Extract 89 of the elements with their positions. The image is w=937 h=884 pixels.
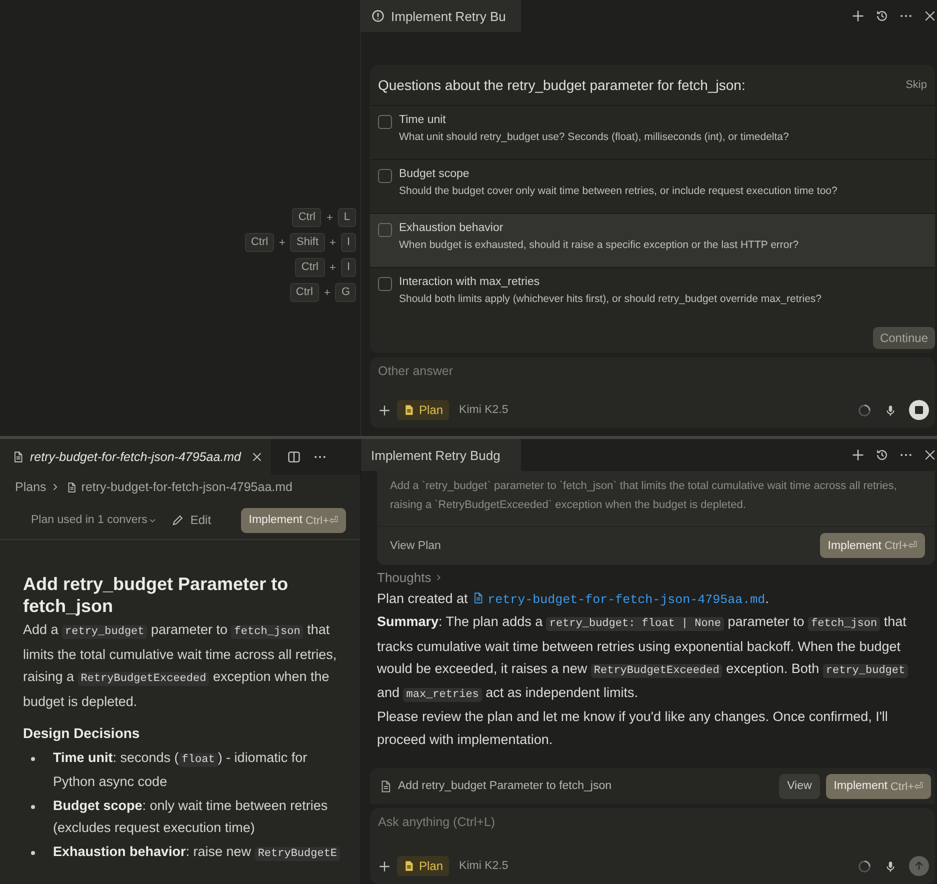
continue-button[interactable]: Continue: [872, 327, 935, 349]
pencil-icon: [171, 514, 184, 526]
option-description: When budget is exhausted, should it raise a specific exception or the last HTTP error?: [399, 239, 799, 251]
implement-button[interactable]: Implement Ctrl+⏎: [820, 533, 925, 558]
implement-button[interactable]: Implement Ctrl+⏎: [240, 508, 346, 532]
plan-mode-button[interactable]: Plan: [397, 856, 450, 876]
key-cap: I: [340, 233, 356, 252]
list-item-text: Exhaustion behavior: raise new RetryBudgetE: [53, 841, 340, 865]
option-title: Interaction with max_retries: [399, 276, 541, 288]
key-cap: G: [335, 283, 356, 302]
key-cap: Ctrl: [244, 233, 274, 252]
checkbox[interactable]: [378, 277, 392, 291]
arrow-up-icon: [913, 860, 925, 872]
chat-tab[interactable]: Implement Retry Bu: [361, 0, 521, 32]
question-option[interactable]: Time unit What unit should retry_budget use? Seconds (float), milliseconds (int), or timedelta?: [370, 105, 935, 159]
checkbox[interactable]: [378, 169, 392, 183]
split-editor-icon[interactable]: [287, 450, 301, 464]
key-cap: Shift: [290, 233, 324, 252]
breadcrumb-item[interactable]: retry-budget-for-fetch-json-4795aa.md: [81, 480, 292, 494]
add-icon[interactable]: [378, 860, 391, 872]
question-option[interactable]: Interaction with max_retries Should both limits apply (whichever hits first), or should retry_budget override max_retries?: [370, 267, 935, 321]
thoughts-toggle[interactable]: Thoughts: [377, 570, 444, 585]
plus-sign: +: [279, 236, 286, 248]
questions-title: Questions about the retry_budget parameter for fetch_json:: [378, 77, 746, 93]
file-icon: [379, 780, 392, 792]
checkbox[interactable]: [378, 223, 392, 237]
microphone-icon[interactable]: [884, 404, 897, 416]
file-link[interactable]: retry-budget-for-fetch-json-4795aa.md: [472, 591, 766, 606]
close-icon[interactable]: [923, 448, 937, 462]
option-title: Budget scope: [399, 168, 470, 180]
option-title: Time unit: [399, 114, 447, 126]
question-option[interactable]: Exhaustion behavior When budget is exhausted, should it raise a specific exception or the last HTTP error?: [370, 213, 935, 267]
key-cap: Ctrl: [295, 258, 324, 277]
chat-input-field[interactable]: Ask anything (Ctrl+L) Plan Kimi K2.5: [370, 808, 935, 884]
plan-mode-button[interactable]: Plan: [397, 400, 450, 420]
file-icon: [66, 482, 78, 492]
file-icon: [403, 404, 415, 416]
key-cap: Ctrl: [292, 208, 322, 227]
chat-input-field[interactable]: Other answer Plan Kimi K2.5: [370, 357, 935, 428]
file-icon: [472, 592, 484, 604]
message-paragraph: Summary: The plan adds a retry_budget: float | None parameter to fetch_json that tracks cumulative wait time between retries using exponential backoff. When the budget would be exceeded, it raises a new RetryBudgetExceeded exception. Both retry_budget and max_retries act as independent limits.: [377, 613, 910, 704]
option-description: What unit should retry_budget use? Seconds (float), milliseconds (int), or timedelta?: [399, 131, 789, 143]
option-description: Should both limits apply (whichever hits first), or should retry_budget override max_retries?: [399, 293, 822, 305]
plus-sign: +: [330, 236, 336, 248]
paragraph: Add a retry_budget parameter to fetch_json that limits the total cumulative wait time across all retries, raising a RetryBudgetExceeded exception when the budget is depleted.: [23, 621, 338, 711]
edit-button[interactable]: Edit: [171, 513, 212, 527]
new-chat-icon[interactable]: [851, 9, 865, 23]
message-paragraph: Please review the plan and let me know if you'd like any changes. Once confirmed, I'll proceed with implementation.: [377, 708, 889, 749]
microphone-icon[interactable]: [884, 860, 897, 872]
spinner-icon: [857, 858, 872, 874]
bullet-icon: [31, 851, 35, 855]
model-selector[interactable]: Kimi K2.5: [459, 860, 508, 872]
file-icon: [12, 451, 24, 463]
bullet-icon: [31, 757, 35, 761]
model-selector[interactable]: Kimi K2.5: [459, 404, 508, 416]
plus-sign: +: [324, 286, 330, 298]
close-icon[interactable]: [251, 451, 263, 463]
key-cap: Ctrl: [290, 283, 319, 302]
bullet-icon: [31, 805, 35, 809]
skip-button[interactable]: Skip: [906, 79, 927, 91]
editor-tab[interactable]: retry-budget-for-fetch-json-4795aa.md: [0, 439, 271, 475]
message-paragraph: Plan created at retry-budget-for-fetch-json-4795aa.md.: [377, 590, 770, 609]
file-icon: [403, 860, 415, 872]
key-cap: I: [340, 258, 356, 277]
chat-tab[interactable]: Implement Retry Budg: [361, 439, 521, 471]
stop-button[interactable]: [909, 400, 929, 420]
plan-summary: Add a `retry_budget` parameter to `fetch_json` that limits the total cumulative wait time across all retries, raising a `RetryBudgetExceeded` exception when the budget is depleted.: [377, 471, 935, 527]
key-cap: L: [338, 208, 356, 227]
view-plan-button[interactable]: View Plan: [390, 540, 441, 552]
document-heading: Add retry_budget Parameter to fetch_json: [23, 573, 290, 617]
plan-title: Add retry_budget Parameter to fetch_json: [398, 780, 612, 792]
option-description: Should the budget cover only wait time between retries, or include request execution time too?: [399, 185, 838, 197]
list-item-text: Time unit: seconds ( float ) - idiomatic for Python async code: [53, 749, 308, 791]
option-title: Exhaustion behavior: [399, 222, 504, 234]
new-chat-icon[interactable]: [851, 448, 865, 462]
history-icon[interactable]: [875, 9, 889, 23]
usage-dropdown[interactable]: Plan used in 1 convers: [31, 514, 158, 526]
spinner-icon: [857, 402, 872, 418]
section-heading: Design Decisions: [23, 725, 141, 741]
add-icon[interactable]: [378, 404, 391, 416]
checkbox[interactable]: [378, 115, 392, 129]
list-item-text: Budget scope: only wait time between retries (excludes request execution time): [53, 797, 329, 837]
plus-sign: +: [330, 262, 336, 274]
history-icon[interactable]: [875, 448, 889, 462]
implement-button[interactable]: Implement Ctrl+⏎: [826, 774, 931, 798]
plus-sign: +: [326, 212, 333, 224]
breadcrumb-item[interactable]: Plans: [15, 480, 46, 494]
view-button[interactable]: View: [779, 774, 820, 798]
close-icon[interactable]: [923, 9, 937, 23]
